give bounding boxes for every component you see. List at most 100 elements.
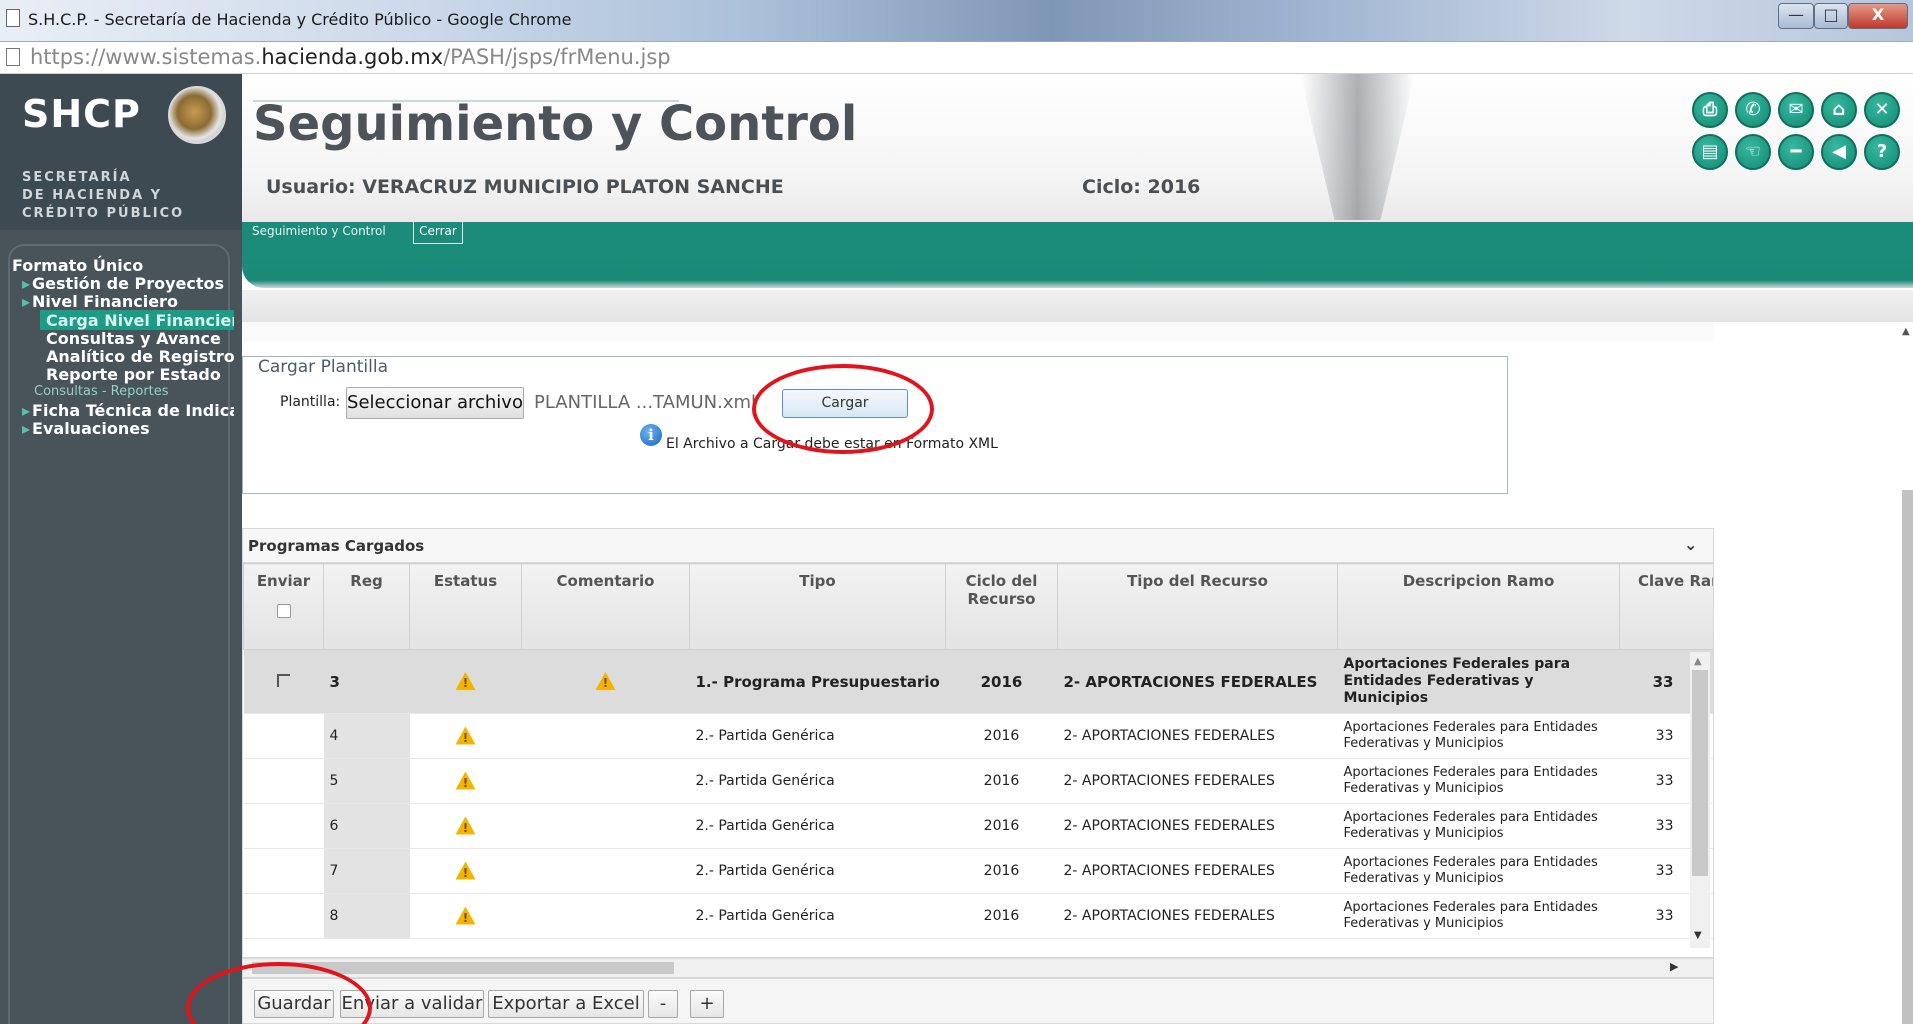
phone-icon[interactable]: ✆: [1735, 92, 1771, 128]
teal-band: [242, 250, 1913, 288]
tipo-recurso-cell: 2- APORTACIONES FEDERALES: [1057, 893, 1338, 939]
tipo-cell: 2.- Partida Genérica: [689, 893, 946, 939]
descripcion-cell: Aportaciones Federales para Entidades Fe…: [1337, 713, 1620, 759]
estatus-cell: !: [409, 848, 522, 894]
ciclo-cell: 2016: [945, 803, 1058, 849]
logo-line-3: CRÉDITO PÚBLICO: [22, 206, 185, 221]
exportar-excel-button[interactable]: Exportar a Excel: [488, 990, 644, 1018]
tipo-recurso-cell: 2- APORTACIONES FEDERALES: [1057, 848, 1338, 894]
table-row[interactable]: 8 ! 2.- Partida Genérica 2016 2- APORTAC…: [243, 893, 1713, 939]
annotation-circle-cargar: [752, 364, 934, 454]
window-title: S.H.C.P. - Secretaría de Hacienda y Créd…: [28, 10, 572, 29]
reg-cell: 4: [323, 713, 410, 759]
select-file-button[interactable]: Seleccionar archivo: [346, 387, 524, 419]
cargar-plantilla-legend: Cargar Plantilla: [254, 357, 392, 377]
table-row[interactable]: 5 ! 2.- Partida Genérica 2016 2- APORTAC…: [243, 758, 1713, 804]
menu-nivel-financiero[interactable]: ▸ Nivel Financiero: [22, 292, 178, 311]
menu-nivel-label: Nivel Financiero: [32, 292, 178, 311]
programas-table: Enviar Reg Estatus Comentario Tipo Ciclo…: [243, 563, 1713, 939]
col-tipo-recurso[interactable]: Tipo del Recurso: [1057, 563, 1338, 650]
table-row[interactable]: 3 ! ! 1.- Programa Presupuestario 2016 2…: [243, 649, 1713, 714]
col-comentario[interactable]: Comentario: [521, 563, 690, 650]
url-text[interactable]: https://www.sistemas.hacienda.gob.mx/PAS…: [30, 45, 671, 69]
menu-formato-unico[interactable]: Formato Único: [12, 256, 143, 275]
col-ciclo[interactable]: Ciclo del Recurso: [945, 563, 1058, 650]
tipo-recurso-cell: 2- APORTACIONES FEDERALES: [1057, 758, 1338, 804]
estatus-cell: !: [409, 893, 522, 939]
close-window-button[interactable]: X: [1848, 3, 1908, 29]
menu-evaluaciones[interactable]: ▸ Evaluaciones: [22, 419, 150, 438]
print-icon[interactable]: ⎙: [1692, 92, 1728, 128]
warning-icon[interactable]: !: [595, 672, 616, 690]
tab-cerrar[interactable]: Cerrar: [413, 222, 463, 244]
chevron-down-icon[interactable]: ⌄: [1684, 535, 1697, 554]
warning-icon: !: [455, 771, 476, 790]
menu-analitico-registro[interactable]: Analítico de Registro: [46, 347, 235, 366]
usuario-label: Usuario: VERACRUZ MUNICIPIO PLATON SANCH…: [266, 176, 784, 198]
tipo-recurso-cell: 2- APORTACIONES FEDERALES: [1057, 649, 1338, 714]
menu-reporte-estado[interactable]: Reporte por Estado: [46, 365, 221, 384]
home-icon[interactable]: ⌂: [1821, 92, 1857, 128]
row-checkbox[interactable]: [277, 673, 290, 687]
select-all-checkbox[interactable]: [276, 604, 291, 618]
ciclo-cell: 2016: [945, 758, 1058, 804]
menu-gestion-proyectos[interactable]: ▸ Gestión de Proyectos: [22, 274, 224, 293]
tipo-cell: 2.- Partida Genérica: [689, 848, 946, 894]
menu-consultas-avance[interactable]: Consultas y Avance: [46, 329, 221, 348]
page-info-icon[interactable]: [6, 48, 20, 66]
grid-title: Programas Cargados: [248, 537, 425, 555]
clipboard-icon[interactable]: ▤: [1692, 134, 1728, 170]
scroll-up-icon[interactable]: ▲: [1902, 326, 1910, 337]
grid-vertical-thumb[interactable]: [1692, 670, 1708, 876]
col-descripcion-ramo[interactable]: Descripcion Ramo: [1337, 563, 1620, 650]
minus-icon[interactable]: ━: [1778, 134, 1814, 170]
expand-button[interactable]: +: [690, 990, 724, 1018]
back-pointer-icon[interactable]: ☜: [1735, 134, 1771, 170]
url-path: /PASH/jsps/frMenu.jsp: [443, 45, 671, 69]
logo-line-1: SECRETARÍA: [22, 170, 132, 185]
menu-consultas-reportes[interactable]: Consultas - Reportes: [34, 384, 169, 399]
reg-cell: 7: [323, 848, 410, 894]
col-estatus[interactable]: Estatus: [409, 563, 522, 650]
table-row[interactable]: 6 ! 2.- Partida Genérica 2016 2- APORTAC…: [243, 803, 1713, 849]
bullet-icon: ▸: [22, 292, 31, 311]
logo-line-2: DE HACIENDA Y: [22, 188, 163, 203]
bullet-icon: ▸: [22, 274, 31, 293]
collapse-button[interactable]: -: [648, 990, 678, 1018]
warning-icon: !: [455, 726, 476, 745]
col-tipo[interactable]: Tipo: [689, 563, 946, 650]
grid-scroll-up-icon[interactable]: ▲: [1694, 656, 1702, 667]
table-row[interactable]: 4 ! 2.- Partida Genérica 2016 2- APORTAC…: [243, 713, 1713, 759]
tipo-cell: 2.- Partida Genérica: [689, 803, 946, 849]
comentario-cell: [521, 893, 690, 939]
menu-gestion-label: Gestión de Proyectos: [32, 274, 225, 293]
page-scrollbar-thumb[interactable]: [1902, 490, 1913, 1024]
minimize-button[interactable]: —: [1778, 3, 1814, 29]
close-icon[interactable]: ✕: [1864, 92, 1900, 128]
descripcion-cell: Aportaciones Federales para Entidades Fe…: [1337, 758, 1620, 804]
tab-seguimiento-control[interactable]: Seguimiento y Control: [252, 224, 386, 238]
url-prefix: https://www.sistemas.: [30, 45, 262, 69]
col-reg[interactable]: Reg: [323, 563, 410, 650]
enviar-cell: [243, 848, 324, 894]
reg-cell: 5: [323, 758, 410, 804]
col-clave-ramo[interactable]: Clave Ramo: [1619, 563, 1713, 650]
menu-carga-nivel-financiero[interactable]: Carga Nivel Financiero: [46, 311, 250, 330]
left-arrow-icon[interactable]: ◀: [1821, 134, 1857, 170]
help-icon[interactable]: ?: [1864, 134, 1900, 170]
sidebar-edge: [234, 244, 242, 1024]
enviar-cell: [243, 893, 324, 939]
enviar-cell: [243, 713, 324, 759]
grid-scroll-down-icon[interactable]: ▼: [1694, 930, 1702, 941]
enviar-cell: [243, 803, 324, 849]
mail-icon[interactable]: ✉: [1778, 92, 1814, 128]
enviar-cell: [243, 649, 324, 714]
comentario-cell: [521, 713, 690, 759]
grid-scroll-right-icon[interactable]: ▶: [1670, 960, 1678, 973]
bullet-icon: ▸: [22, 401, 31, 420]
table-row[interactable]: 7 ! 2.- Partida Genérica 2016 2- APORTAC…: [243, 848, 1713, 894]
page-title: Seguimiento y Control: [253, 96, 858, 152]
maximize-button[interactable]: □: [1814, 3, 1848, 29]
estatus-cell: !: [409, 758, 522, 804]
estatus-cell: !: [409, 713, 522, 759]
